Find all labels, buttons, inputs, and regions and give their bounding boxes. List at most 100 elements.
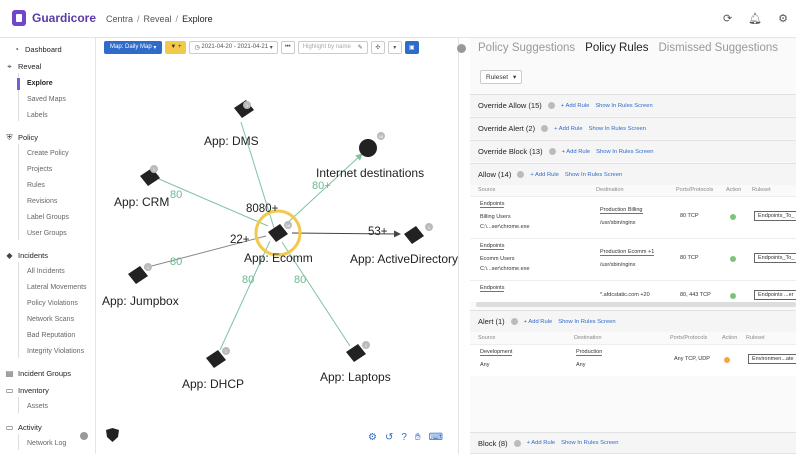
add-rule-link[interactable]: + Add Rule [530, 172, 559, 178]
node-label-dhcp[interactable]: App: DHCP [182, 377, 244, 391]
top-icons: ⟳ 🔔︎ ⚙︎ [723, 12, 788, 25]
breadcrumb-centra[interactable]: Centra [106, 14, 133, 24]
skip-back-icon[interactable]: ⏮ [280, 40, 295, 54]
table-row[interactable]: Development Any Production Any Any TCP, … [470, 344, 796, 376]
undo-icon[interactable]: ↺ [385, 432, 393, 443]
sidebar-item-labels[interactable]: Labels [27, 112, 48, 119]
refresh-icon[interactable]: ⟳ [723, 12, 732, 25]
info-icon[interactable] [517, 171, 525, 178]
info-icon[interactable] [510, 318, 518, 325]
tab-dismissed-suggestions[interactable]: Dismissed Suggestions [658, 42, 778, 54]
divider-knob[interactable] [457, 44, 466, 53]
info-icon[interactable] [513, 439, 521, 447]
save-icon[interactable]: ▣ [404, 40, 419, 54]
tag-icon-crm[interactable] [140, 165, 160, 186]
incident-groups-icon: ▤ [5, 369, 14, 378]
info-icon[interactable] [541, 125, 549, 132]
group-override-alert[interactable]: Override Alert (2) + Add Rule Show In Ru… [470, 117, 796, 139]
logo[interactable]: Guardicore [12, 10, 96, 26]
node-label-jumpbox[interactable]: App: Jumpbox [102, 294, 179, 308]
date-range-picker[interactable]: ◷ 2021-04-20 - 2021-04-21 ▾ [189, 40, 278, 54]
node-label-laptops[interactable]: App: Laptops [320, 370, 391, 384]
sidebar-section-activity[interactable]: ▭ Activity [5, 423, 42, 432]
reveal-icon: ⌖ [7, 61, 12, 71]
sidebar-section-policy[interactable]: ⛨ Policy [5, 133, 39, 143]
sidebar-section-incident-groups[interactable]: ▤ Incident Groups [5, 369, 71, 378]
cluster-icon[interactable]: ⚙︎ [368, 432, 377, 443]
add-rule-link[interactable]: + Add Rule [524, 319, 553, 325]
bell-icon[interactable]: 🔔︎ [748, 12, 762, 25]
sidebar-item-rules[interactable]: Rules [27, 182, 45, 189]
filter-button[interactable]: ▼ + [165, 40, 187, 54]
sidebar-item-projects[interactable]: Projects [27, 166, 52, 173]
sidebar-item-integrity-violations[interactable]: Integrity Violations [27, 348, 84, 355]
sidebar-item-create-policy[interactable]: Create Policy [27, 150, 69, 157]
ecomm-port-count-top: 8080+ [246, 203, 279, 215]
group-alert[interactable]: Alert (1) + Add Rule Show In Rules Scree… [470, 310, 796, 332]
table-row[interactable]: Endpoints Ecomm Users C:\...ser\chrome.e… [470, 238, 796, 280]
sidebar-item-lateral-movements[interactable]: Lateral Movements [27, 284, 87, 291]
sidebar-collapse-knob[interactable] [80, 432, 88, 440]
show-in-rules-link[interactable]: Show In Rules Screen [595, 103, 652, 109]
sidebar-section-reveal[interactable]: ⌖ Reveal [5, 61, 41, 72]
shield-status-icon[interactable] [106, 428, 119, 442]
chevron-down-icon[interactable]: ▾ [387, 40, 402, 54]
panel-divider[interactable] [458, 38, 470, 454]
add-rule-link[interactable]: + Add Rule [562, 149, 591, 155]
sidebar-section-inventory[interactable]: ▭ Inventory [5, 386, 49, 395]
layout-icon[interactable]: ✣ [370, 40, 385, 54]
show-in-rules-link[interactable]: Show In Rules Screen [561, 440, 618, 446]
breadcrumb-reveal[interactable]: Reveal [144, 14, 172, 24]
show-in-rules-link[interactable]: Show In Rules Screen [565, 172, 622, 178]
policy-panel: Policy Suggestions Policy Rules Dismisse… [470, 38, 796, 454]
sidebar-item-saved-maps[interactable]: Saved Maps [27, 96, 66, 103]
sidebar-item-network-log[interactable]: Network Log [27, 440, 66, 447]
hand-icon[interactable]: ✋︎ [415, 432, 421, 443]
node-label-active-directory[interactable]: App: ActiveDirectory [350, 252, 458, 266]
sidebar-section-incidents[interactable]: ◆ Incidents [5, 251, 48, 260]
tag-icon-dms[interactable] [234, 100, 254, 118]
add-rule-link[interactable]: + Add Rule [561, 103, 590, 109]
add-rule-link[interactable]: + Add Rule [554, 126, 583, 132]
tab-policy-suggestions[interactable]: Policy Suggestions [478, 42, 575, 54]
explore-map[interactable]: 1 1 18 18 1 1 1 1 App: DMS App: CRM Inte… [96, 56, 458, 454]
group-override-block[interactable]: Override Block (13) + Add Rule Show In R… [470, 140, 796, 162]
sidebar-item-assets[interactable]: Assets [27, 403, 48, 410]
settings-icon[interactable]: ⚙︎ [778, 12, 788, 25]
sidebar: ◔ Dashboard ⌖ Reveal Explore Saved Maps … [0, 38, 96, 454]
table-row[interactable]: Endpoints Billing Users C:\...ser\chrome… [470, 196, 796, 238]
map-select-button[interactable]: Map: Daily Map ▾ [104, 40, 163, 54]
show-in-rules-link[interactable]: Show In Rules Screen [596, 149, 653, 155]
sidebar-item-user-groups[interactable]: User Groups [27, 230, 67, 237]
keyboard-icon[interactable]: ⌨ [429, 432, 443, 443]
add-rule-link[interactable]: + Add Rule [527, 440, 556, 446]
node-label-crm[interactable]: App: CRM [114, 195, 169, 209]
info-icon[interactable] [547, 102, 555, 109]
edge-label-internet: 80+ [312, 180, 331, 192]
highlight-search-input[interactable]: Highlight by name ✎ [297, 40, 368, 54]
sidebar-item-policy-violations[interactable]: Policy Violations [27, 300, 78, 307]
horizontal-scrollbar[interactable] [476, 302, 796, 307]
sidebar-item-all-incidents[interactable]: All Incidents [27, 268, 65, 275]
sidebar-item-bad-reputation[interactable]: Bad Reputation [27, 332, 75, 339]
group-allow[interactable]: Allow (14) + Add Rule Show In Rules Scre… [470, 163, 796, 185]
help-icon[interactable]: ? [401, 432, 407, 443]
group-override-allow[interactable]: Override Allow (15) + Add Rule Show In R… [470, 94, 796, 116]
pencil-icon[interactable]: ✎ [358, 44, 363, 51]
sidebar-item-revisions[interactable]: Revisions [27, 198, 57, 205]
node-label-ecomm[interactable]: App: Ecomm [244, 251, 313, 265]
top-bar: Guardicore Centra / Reveal / Explore ⟳ 🔔… [0, 0, 796, 38]
node-label-dms[interactable]: App: DMS [204, 134, 259, 148]
sidebar-item-label-groups[interactable]: Label Groups [27, 214, 69, 221]
sidebar-item-network-scans[interactable]: Network Scans [27, 316, 74, 323]
group-block[interactable]: Block (8) + Add Rule Show In Rules Scree… [470, 432, 796, 454]
sidebar-item-explore[interactable]: Explore [27, 80, 53, 87]
show-in-rules-link[interactable]: Show In Rules Screen [589, 126, 646, 132]
node-label-internet[interactable]: Internet destinations [316, 166, 424, 180]
ruleset-dropdown[interactable]: Ruleset ▾ [480, 70, 523, 84]
table-row[interactable]: Endpoints *.afdcstatic.com +20 80, 443 T… [470, 280, 796, 302]
sidebar-item-dashboard[interactable]: ◔ Dashboard [12, 45, 62, 54]
info-icon[interactable] [548, 148, 556, 155]
show-in-rules-link[interactable]: Show In Rules Screen [558, 319, 615, 325]
tab-policy-rules[interactable]: Policy Rules [585, 42, 648, 54]
